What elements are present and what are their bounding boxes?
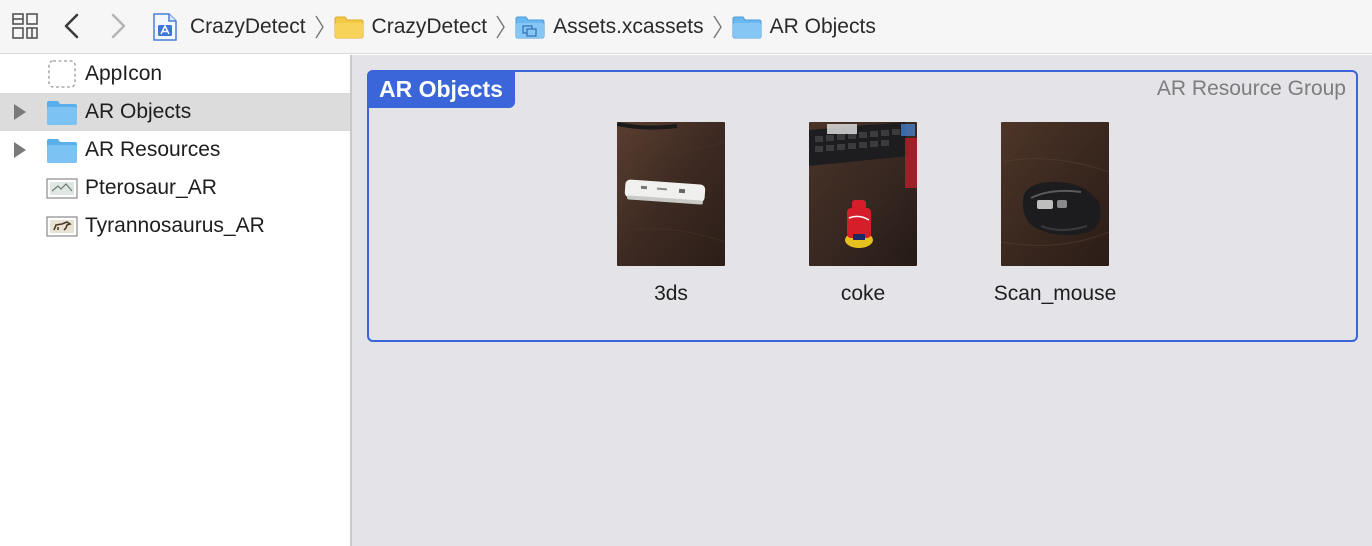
breadcrumb: CrazyDetect CrazyDetect Assets.xcassets …	[152, 0, 876, 54]
image-asset-icon	[46, 178, 78, 199]
jump-bar: CrazyDetect CrazyDetect Assets.xcassets …	[0, 0, 1372, 54]
sidebar-item-label: Tyrannosaurus_AR	[85, 214, 265, 237]
folder-icon	[47, 101, 77, 125]
disclosure-triangle-icon[interactable]	[12, 141, 28, 159]
photo-black-mouse-on-desk	[1001, 122, 1109, 266]
folder-icon	[47, 139, 77, 163]
asset-item-scan-mouse[interactable]: Scan_mouse	[980, 122, 1130, 306]
ar-resource-group-box[interactable]: AR Objects AR Resource Group 3ds coke Sc…	[367, 70, 1358, 342]
asset-thumbnail[interactable]	[1001, 122, 1109, 266]
asset-catalog-icon	[515, 13, 545, 41]
sidebar-item-tyrannosaurus-ar[interactable]: Tyrannosaurus_AR	[0, 207, 350, 245]
photo-white-device-on-desk	[617, 122, 725, 266]
asset-name: coke	[840, 282, 886, 305]
breadcrumb-item-assets[interactable]: Assets.xcassets	[515, 0, 732, 54]
breadcrumb-item-group[interactable]: CrazyDetect	[334, 0, 516, 54]
asset-editor-canvas: AR Objects AR Resource Group 3ds coke Sc…	[352, 55, 1372, 546]
asset-list-sidebar: AppIcon AR Objects AR Resources Pterosau…	[0, 55, 350, 546]
breadcrumb-label: AR Objects	[769, 15, 876, 38]
group-type-label: AR Resource Group	[1156, 77, 1346, 100]
asset-thumbnail[interactable]	[617, 122, 725, 266]
breadcrumb-label: CrazyDetect	[190, 15, 306, 38]
sidebar-item-label: Pterosaur_AR	[85, 176, 217, 199]
breadcrumb-separator-icon	[713, 15, 722, 39]
breadcrumb-separator-icon	[496, 15, 505, 39]
breadcrumb-label: CrazyDetect	[371, 15, 488, 38]
xcode-project-icon	[152, 13, 182, 41]
related-items-grid-icon[interactable]	[12, 13, 38, 39]
app-icon-placeholder-icon	[48, 60, 76, 88]
sidebar-item-ar-objects[interactable]: AR Objects	[0, 93, 350, 131]
photo-coke-bottle-by-keyboard	[809, 122, 917, 266]
asset-item-3ds[interactable]: 3ds	[596, 122, 746, 306]
sidebar-item-appicon[interactable]: AppIcon	[0, 55, 350, 93]
sidebar-item-pterosaur-ar[interactable]: Pterosaur_AR	[0, 169, 350, 207]
forward-chevron-icon[interactable]	[106, 12, 130, 40]
sidebar-item-label: AR Objects	[85, 100, 192, 123]
back-chevron-icon[interactable]	[60, 12, 84, 40]
breadcrumb-label: Assets.xcassets	[553, 15, 704, 38]
asset-item-coke[interactable]: coke	[788, 122, 938, 306]
folder-icon	[732, 13, 762, 41]
sidebar-item-label: AppIcon	[85, 62, 163, 85]
group-title: AR Objects	[367, 70, 515, 108]
asset-name: 3ds	[654, 282, 688, 305]
sidebar-item-label: AR Resources	[85, 138, 221, 161]
asset-name: Scan_mouse	[993, 282, 1117, 305]
breadcrumb-item-project[interactable]: CrazyDetect	[152, 0, 334, 54]
folder-icon	[334, 13, 364, 41]
sidebar-item-ar-resources[interactable]: AR Resources	[0, 131, 350, 169]
asset-thumbnail[interactable]	[809, 122, 917, 266]
breadcrumb-separator-icon	[314, 15, 324, 39]
disclosure-triangle-icon[interactable]	[12, 103, 28, 121]
image-asset-icon	[46, 216, 78, 237]
breadcrumb-item-ar-objects[interactable]: AR Objects	[732, 0, 876, 54]
